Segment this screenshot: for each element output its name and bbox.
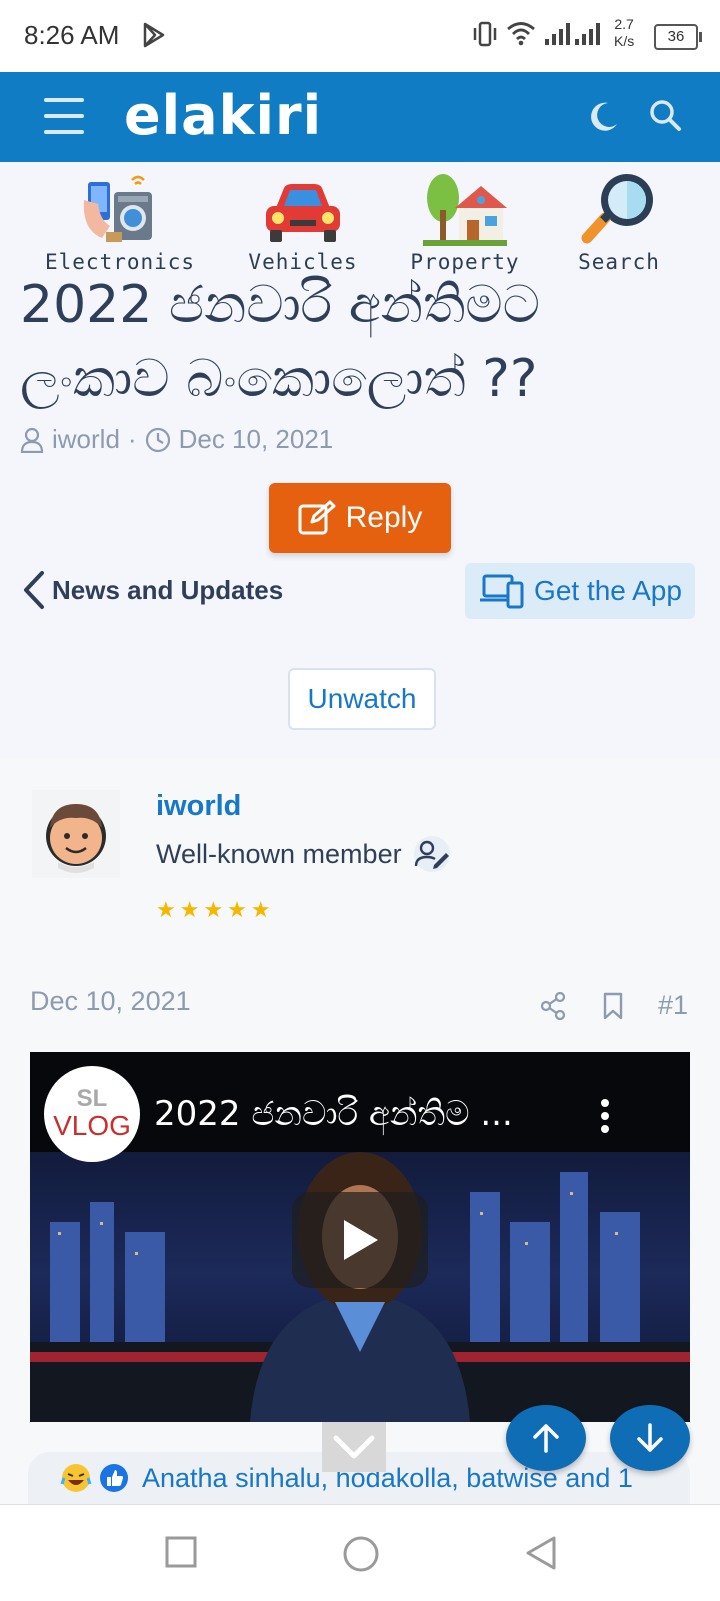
- reply-button[interactable]: Reply: [269, 483, 451, 553]
- collapse-toggle[interactable]: [322, 1422, 386, 1472]
- electronics-icon: [83, 175, 152, 242]
- unwatch-button[interactable]: Unwatch: [288, 668, 436, 730]
- thread-title: 2022 ජනවාරි අන්තිමට ලංකාව බංකොලොත් ??: [20, 275, 540, 409]
- edit-icon: [298, 500, 336, 535]
- channel-logo-text-1: SL: [76, 1085, 108, 1112]
- network-speed: 2.7 K/s: [614, 16, 634, 50]
- category-search[interactable]: Search: [544, 166, 694, 274]
- channel-logo[interactable]: SL VLOG: [44, 1066, 140, 1162]
- video-title[interactable]: 2022 ජනවාරි අන්තිම ...: [154, 1094, 513, 1134]
- thread-meta: iworld · Dec 10, 2021: [20, 424, 333, 455]
- signal-icon: [545, 23, 570, 45]
- get-app-label: Get the App: [534, 575, 682, 606]
- avatar-image: [46, 804, 106, 873]
- network-speed-unit: K/s: [614, 33, 635, 49]
- post-date-link[interactable]: Dec 10, 2021: [30, 986, 191, 1017]
- magnifier-icon: [581, 174, 653, 244]
- get-app-button[interactable]: Get the App: [465, 563, 695, 619]
- bookmark-icon[interactable]: [602, 992, 624, 1020]
- video-play-button[interactable]: [292, 1192, 428, 1288]
- home-button-icon[interactable]: [342, 1535, 380, 1573]
- arrow-up-icon: [533, 1424, 559, 1453]
- user-title-text: Well-known member: [156, 838, 402, 869]
- member-edit-icon: [413, 836, 450, 872]
- thread-author-link[interactable]: iworld: [52, 424, 120, 455]
- recents-button-icon[interactable]: [164, 1535, 198, 1569]
- status-bar: 8:26 AM 2.7 K/s 36: [0, 0, 720, 72]
- system-nav-bar: [0, 1504, 720, 1601]
- category-property[interactable]: Property: [390, 166, 540, 274]
- chevron-down-icon: [333, 1435, 375, 1459]
- share-icon[interactable]: [540, 992, 566, 1020]
- back-to-forum-link[interactable]: News and Updates: [22, 570, 283, 610]
- user-title: Well-known member: [156, 835, 452, 873]
- laugh-reaction-icon: [60, 1464, 92, 1492]
- back-button-icon[interactable]: [524, 1535, 558, 1571]
- embedded-video[interactable]: SL VLOG 2022 ජනවාරි අන්තිම ...: [30, 1052, 690, 1422]
- reply-label: Reply: [345, 501, 423, 534]
- battery-icon: 36: [654, 24, 702, 50]
- post-username[interactable]: iworld: [156, 790, 241, 823]
- scroll-up-button[interactable]: [506, 1405, 586, 1471]
- wifi-icon: [507, 22, 535, 46]
- play-icon: [344, 1220, 378, 1260]
- clock-icon: [145, 427, 170, 452]
- category-bar: Electronics Vehicles Property Search: [0, 162, 720, 274]
- devices-icon: [480, 574, 524, 609]
- avatar[interactable]: [32, 790, 120, 878]
- more-options-icon[interactable]: [600, 1098, 610, 1134]
- moon-icon[interactable]: [586, 100, 620, 134]
- network-speed-value: 2.7: [614, 16, 634, 32]
- forum-name: News and Updates: [52, 574, 284, 605]
- rating-stars: ★★★★★: [156, 897, 275, 922]
- play-store-icon: [143, 22, 165, 48]
- signal-icon: [575, 23, 600, 45]
- top-navbar: elakiri: [0, 72, 720, 162]
- search-icon[interactable]: [648, 98, 682, 132]
- arrow-down-icon: [637, 1423, 663, 1452]
- house-icon: [423, 174, 507, 246]
- thread-date-link[interactable]: Dec 10, 2021: [179, 424, 334, 455]
- car-icon: [266, 184, 340, 242]
- vibrate-icon: [473, 21, 497, 47]
- post-number-link[interactable]: #1: [658, 990, 688, 1021]
- channel-logo-text-2: VLOG: [53, 1110, 131, 1141]
- menu-icon[interactable]: [44, 98, 84, 134]
- meta-separator: ·: [127, 424, 137, 454]
- like-reaction-icon: [100, 1464, 128, 1492]
- chevron-left-icon: [24, 571, 44, 609]
- user-icon: [20, 427, 44, 453]
- scroll-down-button[interactable]: [610, 1405, 690, 1471]
- site-logo[interactable]: elakiri: [124, 84, 322, 147]
- status-time: 8:26 AM: [24, 20, 120, 50]
- category-electronics[interactable]: Electronics: [45, 166, 195, 274]
- category-vehicles[interactable]: Vehicles: [228, 166, 378, 274]
